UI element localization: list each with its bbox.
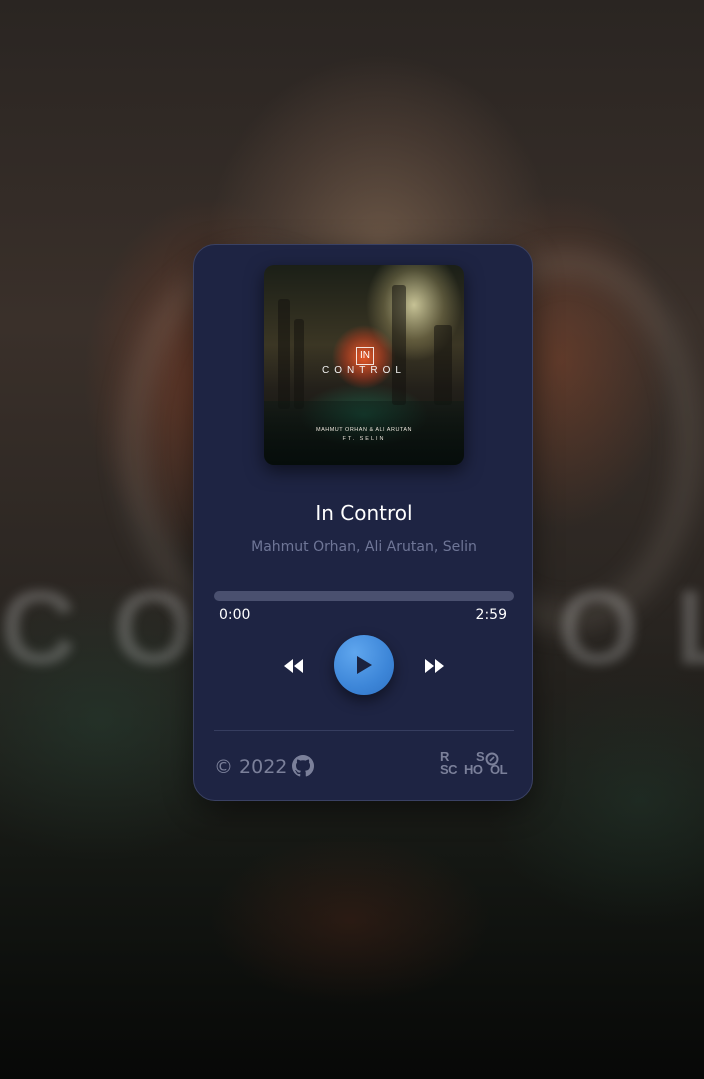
fast-forward-icon: [425, 659, 444, 673]
cover-feat-line: FT. SELIN: [342, 436, 386, 442]
progress-bar[interactable]: [214, 591, 514, 601]
previous-track-button[interactable]: [282, 656, 306, 676]
play-icon: [357, 656, 372, 674]
rewind-icon: [284, 659, 303, 673]
footer-divider: [214, 730, 514, 731]
album-cover: IN CONTROL MAHMUT ORHAN & ALI ARUTAN FT.…: [264, 265, 464, 465]
logo-letter: OL: [490, 762, 508, 777]
logo-letter: HO: [464, 762, 483, 777]
cover-badge: IN: [356, 347, 374, 365]
github-link[interactable]: [292, 755, 314, 777]
play-button[interactable]: [334, 635, 394, 695]
cover-artist-line: MAHMUT ORHAN & ALI ARUTAN: [315, 427, 413, 433]
track-title: In Control: [315, 501, 413, 525]
current-time: 0:00: [219, 607, 251, 623]
cover-pillar: [392, 285, 406, 405]
copyright-text: © 2022: [214, 756, 288, 778]
track-artist: Mahmut Orhan, Ali Arutan, Selin: [251, 539, 477, 555]
cover-pillar: [294, 319, 304, 409]
cover-water: [264, 401, 464, 465]
rs-school-logo[interactable]: R S SC HO OL: [438, 749, 512, 779]
logo-letter: SC: [440, 762, 458, 777]
music-player-card: IN CONTROL MAHMUT ORHAN & ALI ARUTAN FT.…: [193, 244, 533, 801]
total-time: 2:59: [475, 607, 507, 623]
cover-title: CONTROL: [322, 365, 406, 376]
next-track-button[interactable]: [422, 656, 446, 676]
cover-pillar: [278, 299, 290, 409]
github-icon: [292, 755, 314, 777]
